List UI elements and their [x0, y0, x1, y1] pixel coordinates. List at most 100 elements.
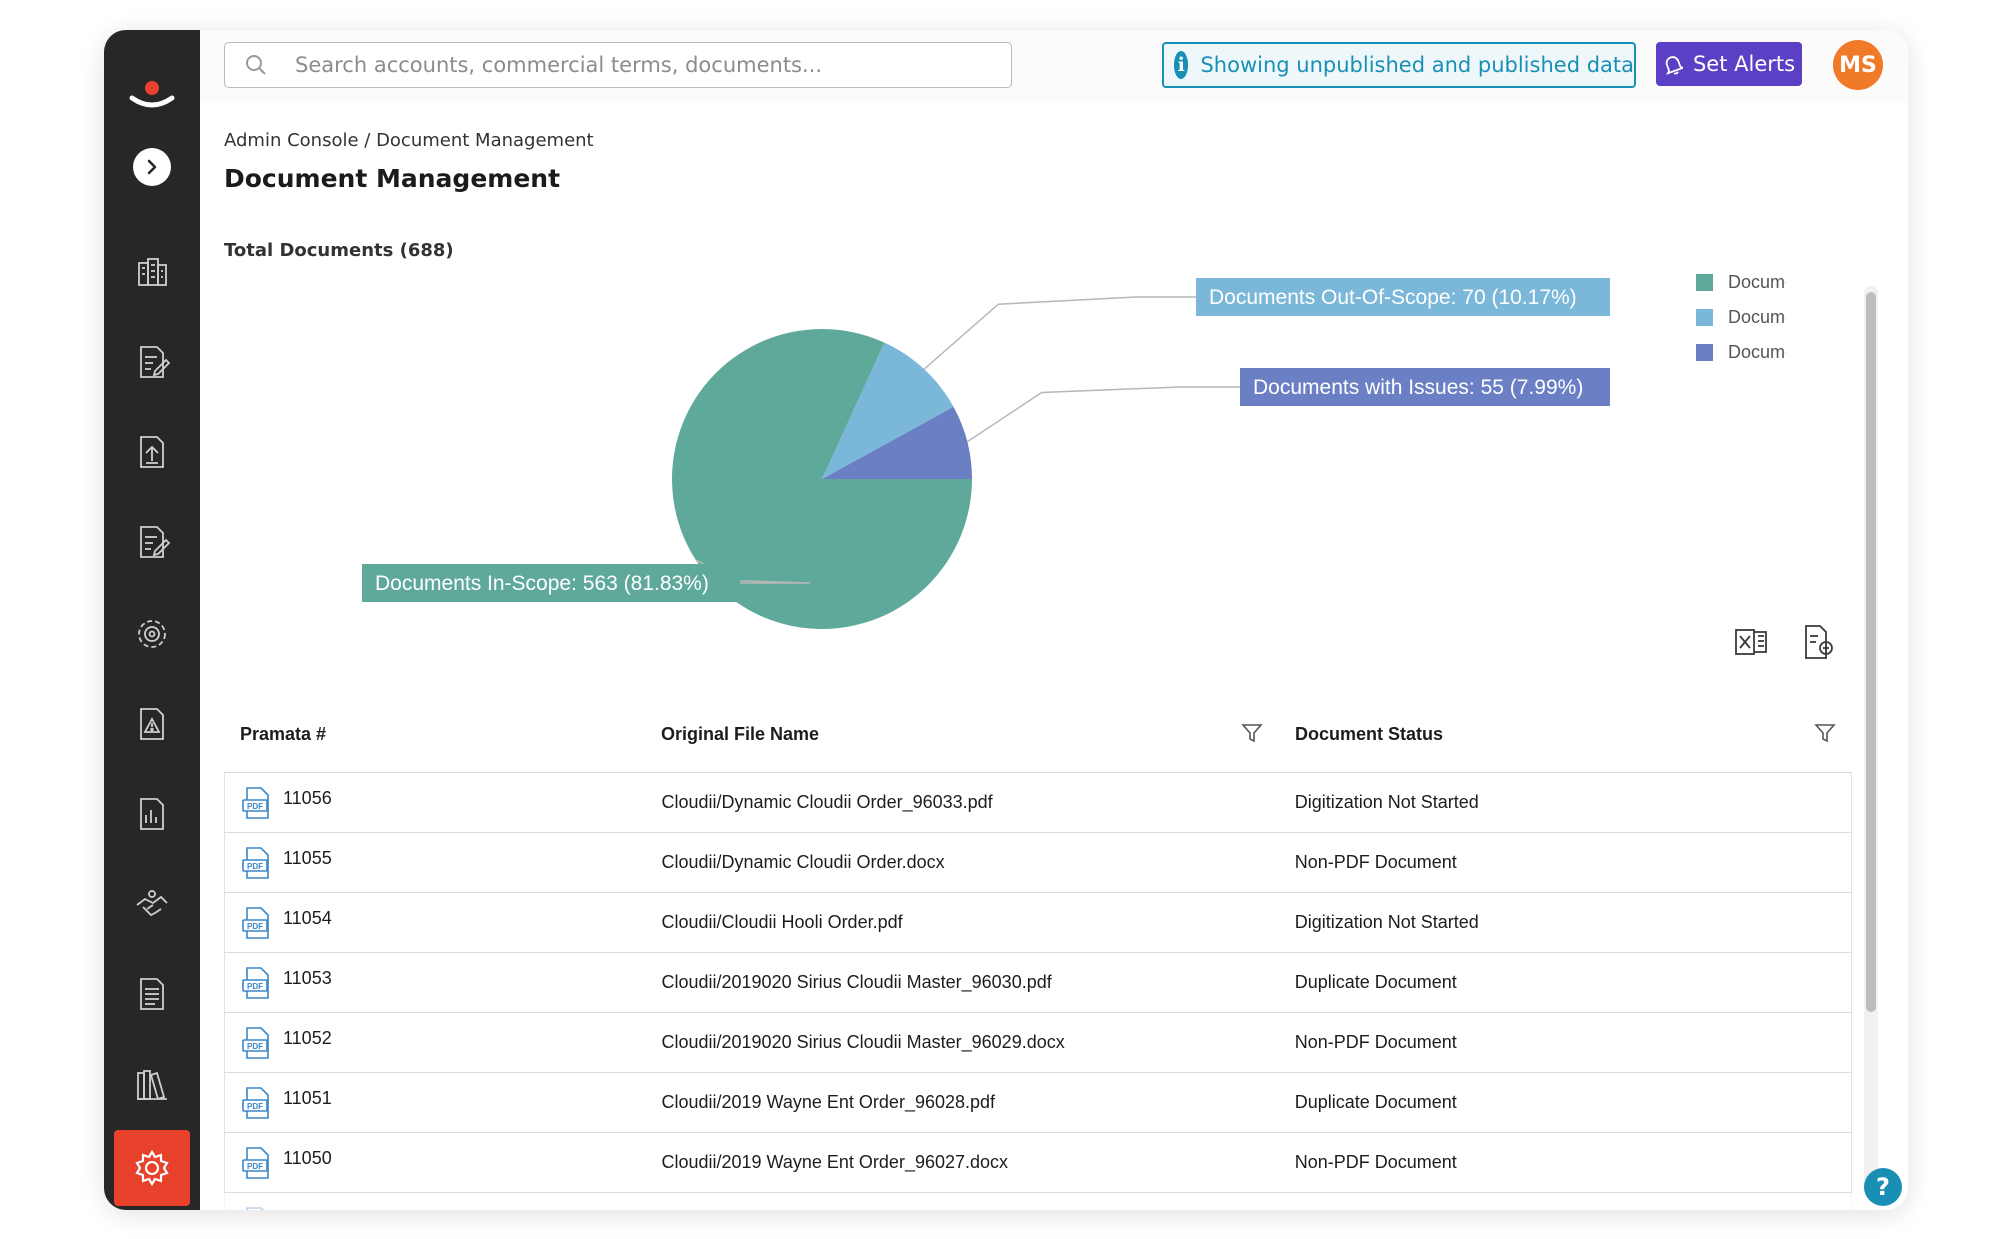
page-title: Document Management — [224, 164, 561, 193]
total-documents-label: Total Documents (688) — [224, 240, 454, 261]
scrollbar-thumb[interactable] — [1866, 292, 1876, 1012]
legend-swatch — [1696, 274, 1713, 291]
pdf-icon[interactable]: PDF — [241, 966, 273, 1000]
column-header-status[interactable]: Document Status — [1279, 696, 1852, 772]
status-cell: Duplicate Document — [1294, 1092, 1457, 1112]
table-row[interactable]: PDF 11056 Cloudii/Dynamic Cloudii Order_9… — [224, 773, 1852, 833]
pramata-number: 11054 — [283, 908, 332, 928]
chevron-right-icon — [147, 159, 157, 175]
table-row[interactable]: PDF 11051 Cloudii/2019 Wayne Ent Order_96… — [224, 1073, 1852, 1133]
svg-text:PDF: PDF — [247, 982, 263, 991]
breadcrumb-current: Document Management — [376, 130, 594, 151]
top-bar: i Showing unpublished and published data… — [200, 30, 1908, 102]
document-upload-icon — [140, 436, 164, 468]
table-row[interactable]: PDF 11053 Cloudii/2019020 Sirius Cloudii … — [224, 953, 1852, 1013]
search-input[interactable] — [295, 53, 995, 77]
legend-item[interactable]: Documents with Issues — [1728, 342, 1786, 362]
column-header-pramata-label: Pramata # — [240, 723, 327, 744]
info-icon: i — [1174, 51, 1189, 79]
sidebar-item-reports[interactable] — [104, 782, 200, 846]
bell-icon — [1665, 56, 1683, 75]
sidebar-item-contracts[interactable] — [104, 330, 200, 394]
svg-text:PDF: PDF — [247, 1162, 263, 1171]
sidebar-item-configuration[interactable] — [104, 602, 200, 666]
pdf-icon[interactable]: PDF — [241, 1086, 273, 1120]
pramata-number: 11052 — [283, 1028, 332, 1048]
table-row[interactable]: PDF 11054 Cloudii/Cloudii Hooli Order.pdf… — [224, 893, 1852, 953]
file-name-cell: Cloudii/2019 Wayne Ent Order_96027.docx — [661, 1152, 1009, 1172]
sidebar — [104, 30, 200, 1210]
column-header-file-name-label: Original File Name — [661, 723, 820, 744]
document-status-pie-chart: Documents Out-Of-Scope: 70 (10.17%) Docum… — [362, 272, 1786, 629]
svg-text:PDF: PDF — [247, 802, 263, 811]
warning-document-icon — [140, 708, 164, 740]
table-row[interactable]: PDF 11055 Cloudii/Dynamic Cloudii Order.d… — [224, 833, 1852, 893]
sidebar-expand-button[interactable] — [133, 148, 171, 186]
status-cell: Non-PDF Document — [1294, 852, 1457, 872]
sidebar-item-upload[interactable] — [104, 420, 200, 484]
set-alerts-button[interactable]: Set Alerts — [1656, 42, 1802, 86]
data-visibility-notice[interactable]: i Showing unpublished and published data — [1162, 42, 1636, 88]
data-label: Documents In-Scope: 563 (81.83%) — [375, 572, 709, 595]
callout-line — [966, 386, 1240, 443]
avatar[interactable]: MS — [1833, 40, 1883, 90]
status-cell: Digitization Not Started — [1294, 792, 1479, 812]
legend-item[interactable]: Documents Out-Of-Scope — [1728, 307, 1786, 327]
breadcrumb: Admin Console / Document Management — [224, 130, 594, 151]
search-box[interactable] — [224, 42, 1012, 88]
legend-item[interactable]: Documents In-Scope — [1728, 272, 1786, 292]
table-row[interactable]: PDF 11050 Cloudii/2019 Wayne Ent Order_96… — [224, 1133, 1852, 1193]
file-name-cell: Cloudii/2019 Wayne Ent Order_96028.pdf — [661, 1092, 996, 1112]
sidebar-item-review[interactable] — [104, 510, 200, 574]
sidebar-item-documents[interactable] — [104, 962, 200, 1026]
sidebar-item-accounts[interactable] — [104, 240, 200, 304]
file-name-cell: Cloudii/Dynamic Cloudii Order.docx — [661, 852, 945, 872]
handshake-icon — [136, 890, 168, 917]
document-export-icon — [1805, 625, 1833, 659]
pramata-number: 11050 — [283, 1148, 332, 1168]
svg-text:PDF: PDF — [247, 922, 263, 931]
table-row-partial[interactable] — [224, 1193, 1852, 1210]
pdf-icon[interactable]: PDF — [241, 1026, 273, 1060]
legend-swatch — [1696, 344, 1713, 361]
status-cell: Digitization Not Started — [1294, 912, 1479, 932]
pdf-icon[interactable] — [241, 1206, 273, 1211]
pramata-number: 11055 — [283, 848, 332, 868]
column-header-pramata[interactable]: Pramata # — [224, 696, 645, 772]
sidebar-item-admin-console[interactable] — [114, 1130, 190, 1206]
breadcrumb-admin-console-link[interactable]: Admin Console — [224, 130, 359, 151]
help-button[interactable]: ? — [1864, 1168, 1902, 1206]
file-name-cell: Cloudii/2019020 Sirius Cloudii Master_96… — [661, 972, 1052, 992]
excel-export-icon — [1735, 629, 1767, 655]
data-label: Documents Out-Of-Scope: 70 (10.17%) — [1209, 286, 1577, 309]
document-edit-icon — [140, 526, 171, 558]
set-alerts-label: Set Alerts — [1692, 52, 1796, 76]
pdf-icon[interactable]: PDF — [241, 846, 273, 880]
pdf-icon[interactable]: PDF — [241, 1146, 273, 1180]
file-name-cell: Cloudii/2019020 Sirius Cloudii Master_96… — [661, 1032, 1065, 1052]
table-body: PDF 11056 Cloudii/Dynamic Cloudii Order_9… — [224, 772, 1852, 1210]
filter-icon[interactable] — [1814, 722, 1836, 744]
status-cell: Non-PDF Document — [1294, 1152, 1457, 1172]
sidebar-item-library[interactable] — [104, 1052, 200, 1116]
sidebar-item-issues[interactable] — [104, 692, 200, 756]
document-list-icon — [140, 978, 164, 1010]
documents-table: Pramata # Original File Name Document St… — [224, 696, 1852, 1210]
svg-text:PDF: PDF — [247, 862, 263, 871]
app-window: i Showing unpublished and published data… — [104, 30, 1908, 1210]
svg-text:PDF: PDF — [247, 1042, 263, 1051]
pramata-number: 11051 — [283, 1088, 332, 1108]
breadcrumb-separator: / — [358, 130, 377, 151]
library-icon — [137, 1070, 167, 1101]
file-name-cell: Cloudii/Cloudii Hooli Order.pdf — [661, 912, 903, 932]
pdf-icon[interactable]: PDF — [241, 906, 273, 940]
svg-text:PDF: PDF — [247, 1102, 263, 1111]
table-row[interactable]: PDF 11052 Cloudii/2019020 Sirius Cloudii … — [224, 1013, 1852, 1073]
column-header-file-name[interactable]: Original File Name — [645, 696, 1279, 772]
filter-icon[interactable] — [1241, 722, 1263, 744]
export-excel-button[interactable] — [1730, 620, 1774, 664]
export-document-button[interactable] — [1796, 620, 1840, 664]
pdf-icon[interactable]: PDF — [241, 786, 273, 820]
sidebar-item-partners[interactable] — [104, 872, 200, 936]
settings-icon — [135, 1149, 169, 1187]
